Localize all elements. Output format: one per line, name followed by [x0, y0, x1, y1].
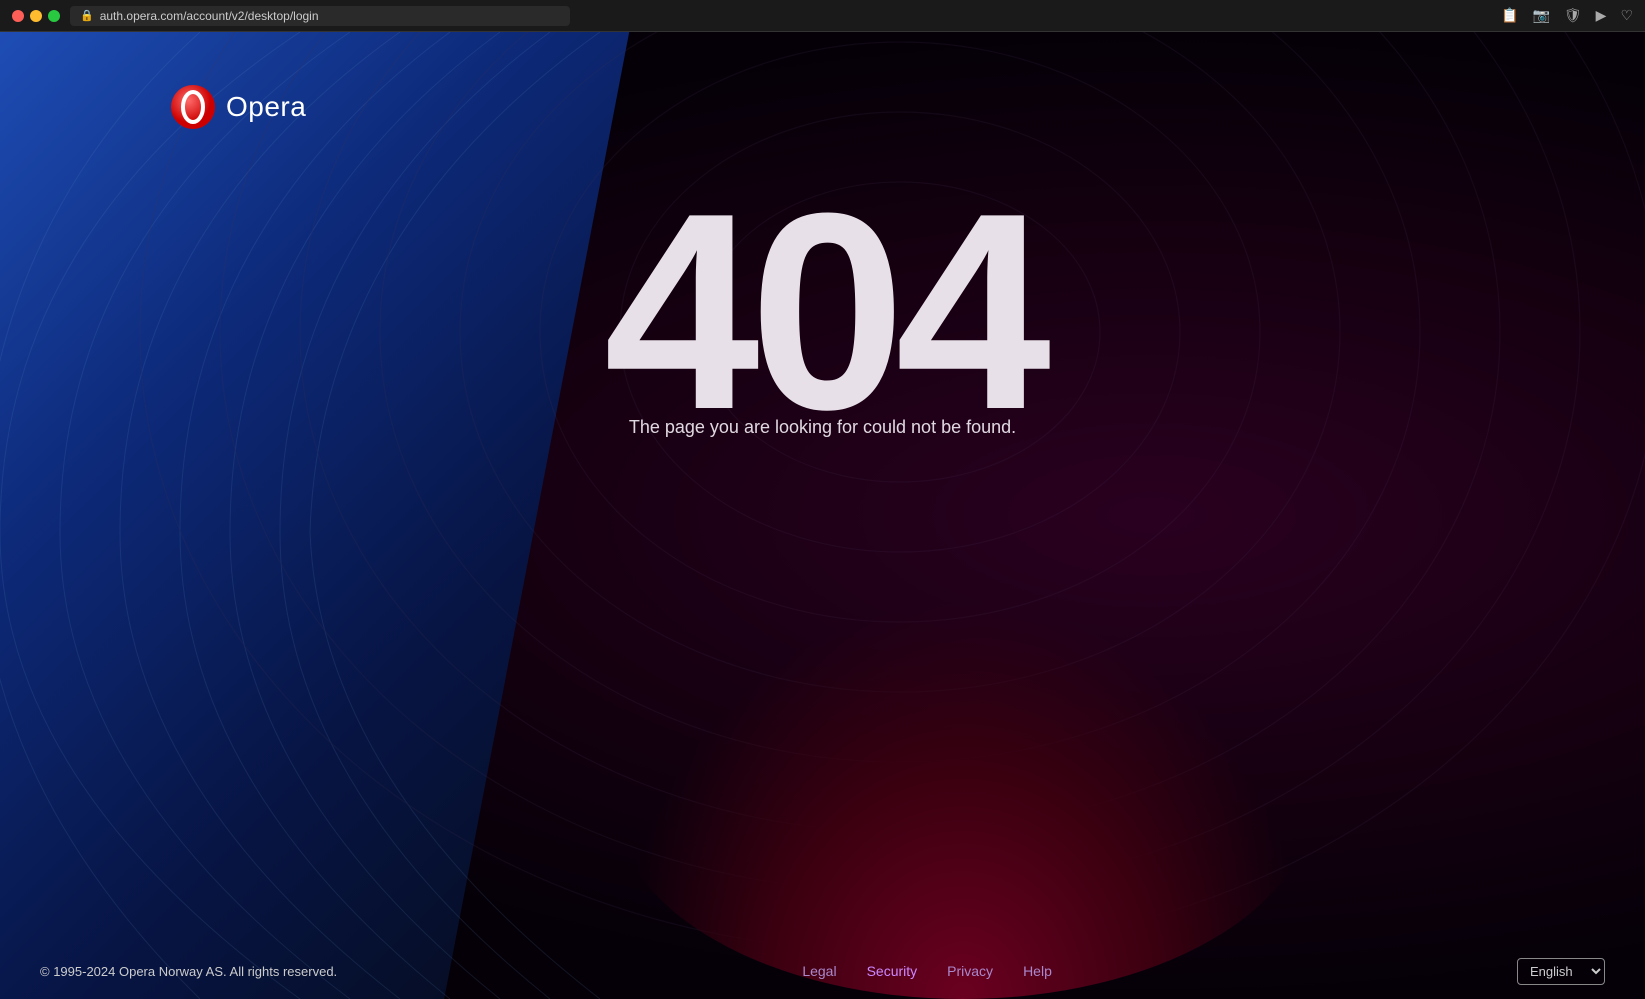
page-footer: © 1995-2024 Opera Norway AS. All rights … [0, 943, 1645, 999]
opera-o-icon [170, 84, 216, 130]
copyright-text: © 1995-2024 Opera Norway AS. All rights … [40, 964, 337, 979]
camera-icon[interactable]: 📷 [1532, 7, 1549, 24]
footer-link-help[interactable]: Help [1023, 963, 1052, 979]
screenshot-icon[interactable]: 📋 [1501, 7, 1518, 24]
footer-links: Legal Security Privacy Help [802, 963, 1052, 979]
shield-icon[interactable]: 🛡 [1564, 7, 1582, 24]
browser-chrome: 🔒 auth.opera.com/account/v2/desktop/logi… [0, 0, 1645, 32]
footer-link-legal[interactable]: Legal [802, 963, 836, 979]
send-icon[interactable]: ▶ [1596, 7, 1607, 24]
language-dropdown[interactable]: English Français Deutsch Español 日本語 [1517, 958, 1605, 985]
lock-icon: 🔒 [80, 9, 94, 22]
main-page: Opera 404 The page you are looking for c… [0, 32, 1645, 999]
bottom-glow [613, 599, 1313, 999]
address-bar[interactable]: 🔒 auth.opera.com/account/v2/desktop/logi… [70, 6, 570, 26]
minimize-window-button[interactable] [30, 10, 42, 22]
maximize-window-button[interactable] [48, 10, 60, 22]
close-window-button[interactable] [12, 10, 24, 22]
heart-icon[interactable]: ♡ [1620, 7, 1633, 24]
opera-name-label: Opera [226, 91, 306, 123]
opera-logo[interactable]: Opera [170, 84, 306, 130]
error-code: 404 [604, 172, 1041, 452]
footer-link-security[interactable]: Security [867, 963, 918, 979]
footer-link-privacy[interactable]: Privacy [947, 963, 993, 979]
language-selector[interactable]: English Français Deutsch Español 日本語 [1517, 958, 1605, 985]
window-controls [12, 10, 60, 22]
error-message: The page you are looking for could not b… [629, 417, 1016, 438]
url-text: auth.opera.com/account/v2/desktop/login [100, 9, 319, 23]
browser-actions: 📋 📷 🛡 ▶ ♡ [1501, 7, 1633, 24]
